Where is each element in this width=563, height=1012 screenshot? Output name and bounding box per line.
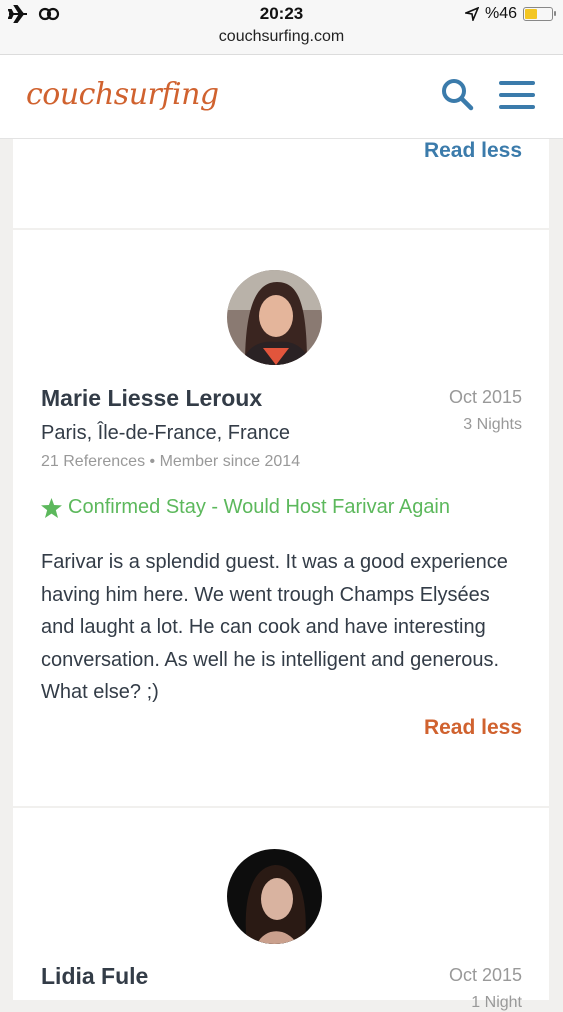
read-less-link[interactable]: Read less xyxy=(424,716,522,740)
reviewer-name[interactable]: Lidia Fule xyxy=(41,963,148,990)
nights-count: 3 Nights xyxy=(463,416,522,433)
avatar[interactable] xyxy=(227,270,322,365)
avatar[interactable] xyxy=(227,849,322,944)
reference-date: Oct 2015 xyxy=(448,387,522,407)
reviewer-meta: 21 References • Member since 2014 xyxy=(41,453,300,471)
member-since: Member since 2014 xyxy=(159,453,301,470)
references-count: 21 References xyxy=(41,453,146,470)
battery-icon xyxy=(523,7,556,21)
battery-level xyxy=(525,9,537,19)
couchsurfing-logo[interactable]: couchsurfing xyxy=(26,77,219,112)
address-bar-url[interactable]: couchsurfing.com xyxy=(0,28,563,46)
status-bar: 20:23 couchsurfing.com %46 xyxy=(0,0,563,55)
avatar-photo xyxy=(227,849,322,944)
reference-card: Marie Liesse Leroux Oct 2015 3 Nights Pa… xyxy=(13,230,549,806)
reviewer-name[interactable]: Marie Liesse Leroux xyxy=(41,385,262,412)
reviewer-location: Paris, Île-de-France, France xyxy=(41,422,290,444)
location-arrow-icon xyxy=(464,7,479,21)
battery-percent: %46 xyxy=(484,5,517,22)
nights-count: 1 Night xyxy=(471,994,522,1011)
bullet-separator: • xyxy=(149,453,156,470)
reference-text: Farivar is a splendid guest. It was a go… xyxy=(41,551,508,703)
hamburger-menu-icon[interactable] xyxy=(499,77,535,113)
reference-date: Oct 2015 xyxy=(448,965,522,985)
star-icon xyxy=(41,497,62,518)
reference-card: Lidia Fule Oct 2015 1 Night xyxy=(13,808,549,1011)
search-icon[interactable] xyxy=(440,77,474,111)
reference-card: Read less xyxy=(13,139,549,228)
read-less-link[interactable]: Read less xyxy=(424,139,522,163)
site-header: couchsurfing xyxy=(0,55,563,139)
avatar-photo xyxy=(227,270,322,365)
confirmed-stay-text: Confirmed Stay - Would Host Farivar Agai… xyxy=(68,496,451,518)
confirmed-stay-badge: Confirmed Stay - Would Host Farivar Agai… xyxy=(41,496,450,519)
